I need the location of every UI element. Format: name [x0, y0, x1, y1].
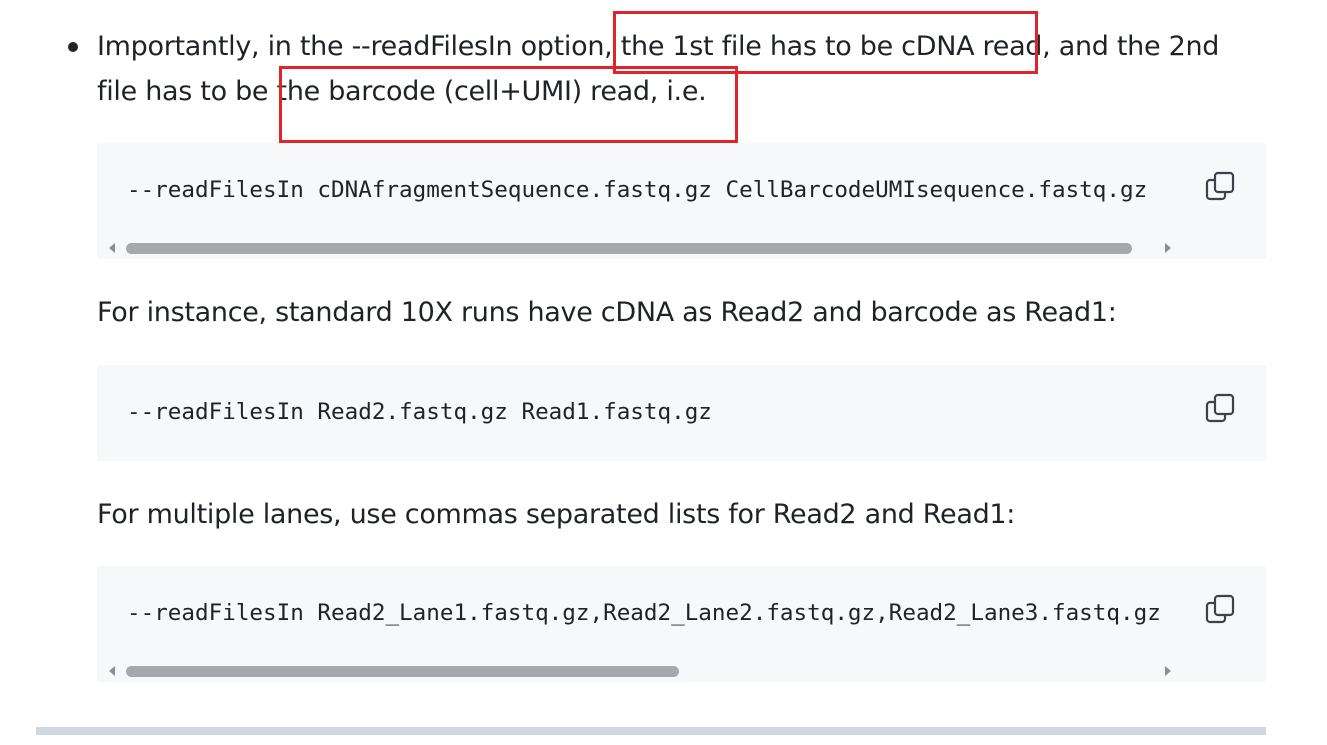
paragraph-multiple-lanes: For multiple lanes, use commas separated… [97, 499, 1016, 530]
list-bullet [68, 42, 78, 52]
scroll-left-arrow-icon[interactable] [109, 666, 115, 676]
copy-icon [1205, 594, 1235, 624]
copy-button[interactable] [1204, 593, 1236, 625]
scroll-right-arrow-icon[interactable] [1165, 666, 1171, 676]
readme-content: Importantly, in the --readFilesIn option… [0, 0, 1327, 745]
scroll-left-arrow-icon[interactable] [109, 243, 115, 253]
paragraph-10x-instance: For instance, standard 10X runs have cDN… [97, 297, 1117, 328]
code-block-multiple-lanes-example: --readFilesIn Read2_Lane1.fastq.gz,Read2… [97, 566, 1266, 682]
horizontal-scrollbar[interactable] [97, 238, 1184, 259]
code-text: --readFilesIn Read2.fastq.gz Read1.fastq… [127, 399, 712, 425]
code-block-10x-example: --readFilesIn Read2.fastq.gz Read1.fastq… [97, 365, 1266, 461]
section-divider [36, 727, 1266, 735]
scrollbar-thumb[interactable] [126, 666, 679, 677]
copy-icon [1205, 171, 1235, 201]
bullet-text-line-1: Importantly, in the --readFilesIn option… [97, 31, 1220, 62]
copy-button[interactable] [1204, 392, 1236, 424]
code-scroll-area: --readFilesIn Read2.fastq.gz Read1.fastq… [97, 365, 1184, 461]
copy-button[interactable] [1204, 170, 1236, 202]
bullet-text-line-2: file has to be the barcode (cell+UMI) re… [97, 76, 707, 107]
scroll-right-arrow-icon[interactable] [1165, 243, 1171, 253]
horizontal-scrollbar[interactable] [97, 661, 1184, 682]
code-text: --readFilesIn Read2_Lane1.fastq.gz,Read2… [127, 600, 1161, 626]
scrollbar-thumb[interactable] [126, 243, 1132, 254]
code-block-readfilesin-example: --readFilesIn cDNAfragmentSequence.fastq… [97, 143, 1266, 259]
code-text: --readFilesIn cDNAfragmentSequence.fastq… [127, 177, 1148, 203]
copy-icon [1205, 393, 1235, 423]
